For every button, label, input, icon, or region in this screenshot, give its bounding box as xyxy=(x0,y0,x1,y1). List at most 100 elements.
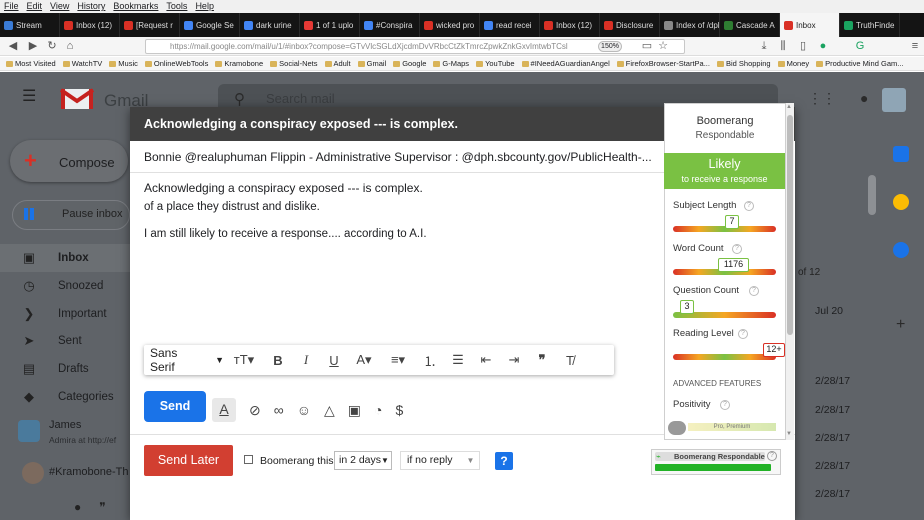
scroll-down-icon[interactable]: ▼ xyxy=(786,431,792,437)
inbox-scrollbar[interactable] xyxy=(868,175,876,215)
help-icon[interactable]: ? xyxy=(749,286,759,296)
body-text-line[interactable]: I am still likely to receive a response.… xyxy=(144,228,427,240)
zoom-level[interactable]: 150% xyxy=(598,41,622,52)
font-size-icon[interactable]: ᴛT▾ xyxy=(224,345,264,375)
person-icon[interactable]: ● xyxy=(74,500,81,514)
sidebar-item-snoozed[interactable]: ◷ Snoozed xyxy=(0,272,130,300)
grammarly-icon[interactable]: G xyxy=(853,39,867,53)
add-addon-icon[interactable]: + xyxy=(896,316,905,334)
boomerang-days-select[interactable]: in 2 days▼ xyxy=(334,451,392,470)
tasks-icon[interactable] xyxy=(893,242,909,258)
browser-menu-item[interactable]: History xyxy=(77,0,105,13)
bookmark-item[interactable]: Google xyxy=(393,57,426,70)
bookmark-item[interactable]: Bid Shopping xyxy=(717,57,771,70)
reader-icon[interactable]: ▭ xyxy=(640,39,654,53)
bookmark-item[interactable]: WatchTV xyxy=(63,57,103,70)
attach-icon[interactable]: ⊘ xyxy=(249,402,261,419)
browser-tab[interactable]: Cascade A xyxy=(720,13,780,37)
keep-icon[interactable] xyxy=(893,194,909,210)
bookmark-item[interactable]: Music xyxy=(109,57,138,70)
hangout-name[interactable]: #Kramobone-Th xyxy=(49,466,129,478)
browser-menu-item[interactable]: View xyxy=(50,0,69,13)
hangout-avatar[interactable] xyxy=(18,420,40,442)
browser-tab[interactable]: read recei xyxy=(480,13,540,37)
help-icon[interactable]: ? xyxy=(738,329,748,339)
bookmark-item[interactable]: Gmail xyxy=(358,57,387,70)
scroll-up-icon[interactable]: ▲ xyxy=(786,104,792,110)
help-icon[interactable]: ? xyxy=(732,244,742,254)
hangout-name[interactable]: James xyxy=(49,419,81,431)
browser-menu-item[interactable]: File xyxy=(4,0,19,13)
browser-tab[interactable]: #Conspira xyxy=(360,13,420,37)
link-icon[interactable]: ∞ xyxy=(274,402,284,418)
sidebar-item-inbox[interactable]: ▣ Inbox xyxy=(0,244,130,272)
body-text-line[interactable]: of a place they distrust and dislike. xyxy=(144,201,320,213)
indent-more-icon[interactable]: ⇥ xyxy=(500,345,528,375)
browser-menu-item[interactable]: Tools xyxy=(166,0,187,13)
money-icon[interactable]: $ xyxy=(396,402,404,418)
reload-icon[interactable]: ↻ xyxy=(45,39,59,53)
bookmark-item[interactable]: Productive Mind Gam... xyxy=(816,57,903,70)
subject-field[interactable]: Acknowledging a conspiracy exposed --- i… xyxy=(144,181,423,195)
browser-tab[interactable]: Disclosure xyxy=(600,13,660,37)
numbered-list-icon[interactable]: ⒈ xyxy=(416,345,444,375)
help-icon[interactable]: ? xyxy=(720,400,730,410)
indent-less-icon[interactable]: ⇤ xyxy=(472,345,500,375)
account-avatar[interactable] xyxy=(882,88,906,112)
browser-tab[interactable]: 1 of 1 uplo xyxy=(300,13,360,37)
emoji-icon[interactable]: ☺ xyxy=(297,402,311,418)
drive-icon[interactable]: △ xyxy=(324,402,335,419)
chat-icon[interactable]: ❞ xyxy=(99,500,105,514)
sidebar-item-sent[interactable]: ➤ Sent xyxy=(0,327,130,355)
bookmark-item[interactable]: Adult xyxy=(325,57,351,70)
recipients-field[interactable]: Bonnie @realuphuman Flippin - Administra… xyxy=(144,150,659,164)
italic-icon[interactable]: I xyxy=(292,345,320,375)
browser-tab[interactable]: Inbox xyxy=(780,13,840,37)
browser-menu-icon[interactable]: ≡ xyxy=(908,39,922,53)
browser-tab[interactable]: Stream xyxy=(0,13,60,37)
boomerang-condition-select[interactable]: if no reply ▼ xyxy=(400,451,480,470)
align-icon[interactable]: ≡▾ xyxy=(380,345,416,375)
bookmark-item[interactable]: FirefoxBrowser-StartPa... xyxy=(617,57,710,70)
main-menu-icon[interactable]: ☰ xyxy=(22,89,40,105)
browser-menu-item[interactable]: Bookmarks xyxy=(113,0,158,13)
bookmark-item[interactable]: Most Visited xyxy=(6,57,56,70)
search-icon[interactable]: ⚲ xyxy=(234,90,245,108)
quote-icon[interactable]: ❞ xyxy=(528,345,556,375)
bulleted-list-icon[interactable]: ☰ xyxy=(444,345,472,375)
formatting-options-icon[interactable]: A xyxy=(212,398,236,422)
home-icon[interactable]: ⌂ xyxy=(63,39,77,53)
font-family-select[interactable]: Sans Serif ▼ xyxy=(144,345,224,375)
bold-icon[interactable]: B xyxy=(264,345,292,375)
boomerang-checkbox[interactable] xyxy=(244,455,253,464)
panel-scroll-thumb[interactable] xyxy=(787,115,793,335)
help-icon[interactable]: ? xyxy=(767,451,777,461)
calendar-icon[interactable] xyxy=(893,146,909,162)
forward-icon[interactable]: ▶ xyxy=(26,39,40,53)
browser-tab[interactable]: Inbox (12) xyxy=(540,13,600,37)
hangout-avatar[interactable] xyxy=(22,462,44,484)
apps-grid-icon[interactable]: ⋮⋮ xyxy=(808,90,836,107)
download-icon[interactable]: ⤓ xyxy=(757,39,771,53)
browser-tab[interactable]: [Request r xyxy=(120,13,180,37)
extension-icon[interactable]: ● xyxy=(816,39,830,53)
search-input[interactable]: Search mail xyxy=(266,91,335,106)
text-color-icon[interactable]: A▾ xyxy=(348,345,380,375)
browser-tab[interactable]: TruthFinde xyxy=(840,13,900,37)
send-button[interactable]: Send xyxy=(144,391,206,422)
back-icon[interactable]: ◀ xyxy=(6,39,20,53)
help-icon[interactable]: ? xyxy=(495,452,513,470)
sidebar-item-important[interactable]: ❯ Important xyxy=(0,300,130,328)
bookmark-item[interactable]: OnlineWebTools xyxy=(145,57,208,70)
bookmark-item[interactable]: Money xyxy=(778,57,810,70)
sidebar-icon[interactable]: ▯ xyxy=(796,39,810,53)
browser-tab[interactable]: Inbox (12) xyxy=(60,13,120,37)
bookmark-item[interactable]: G-Maps xyxy=(433,57,469,70)
bookmark-item[interactable]: Kramobone xyxy=(215,57,263,70)
browser-tab[interactable]: Google Se xyxy=(180,13,240,37)
browser-menu-item[interactable]: Help xyxy=(195,0,214,13)
sidebar-item-categories[interactable]: ◆ Categories xyxy=(0,383,130,411)
help-icon[interactable]: ? xyxy=(744,201,754,211)
remove-formatting-icon[interactable]: T̸ xyxy=(556,345,584,375)
sidebar-item-drafts[interactable]: ▤ Drafts xyxy=(0,355,130,383)
